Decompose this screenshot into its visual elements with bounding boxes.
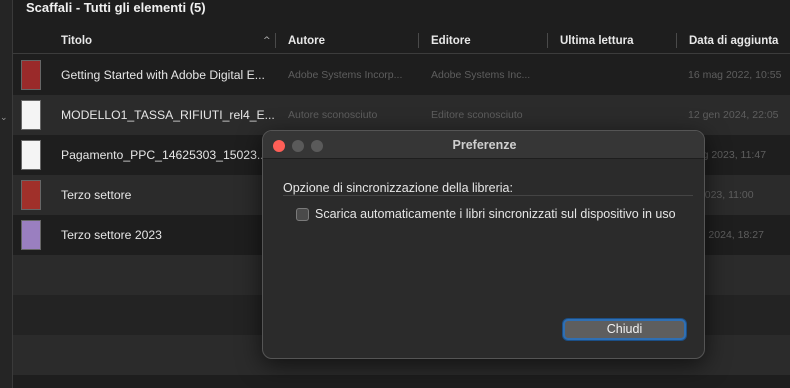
book-title: Getting Started with Adobe Digital E... [61,68,265,82]
book-title: Pagamento_PPC_14625303_15023... [61,148,268,162]
sidebar-edge: ⌄ [0,0,13,388]
book-date-added: 16 mag 2022, 10:55 [688,69,782,81]
close-button[interactable]: Chiudi [563,319,686,340]
column-header-editor[interactable]: Editore [431,28,471,54]
dialog-titlebar: Preferenze [263,131,704,159]
book-title: MODELLO1_TASSA_RIFIUTI_rel4_E... [61,108,275,122]
book-title: Terzo settore 2023 [61,228,162,242]
book-cover-thumbnail [21,220,41,250]
table-row[interactable]: Getting Started with Adobe Digital E... … [13,55,790,95]
dialog-title: Preferenze [452,138,517,152]
column-divider[interactable] [547,33,548,48]
book-editor: Editore sconosciuto [431,109,523,121]
column-header-date-added[interactable]: Data di aggiunta [689,28,778,54]
chevron-down-icon[interactable]: ⌄ [0,113,8,123]
column-header-author[interactable]: Autore [288,28,325,54]
book-cover-thumbnail [21,60,41,90]
column-divider[interactable] [275,33,276,48]
book-editor: Adobe Systems Inc... [431,69,531,81]
table-row[interactable]: MODELLO1_TASSA_RIFIUTI_rel4_E... Autore … [13,95,790,135]
book-author: Adobe Systems Incorp... [288,69,403,81]
divider [283,195,693,196]
table-header: Titolo ^ Autore Editore Ultima lettura D… [13,28,790,54]
column-header-title[interactable]: Titolo [61,28,92,54]
preferences-dialog: Preferenze Opzione di sincronizzazione d… [262,130,705,359]
page-title: Scaffali - Tutti gli elementi (5) [26,0,206,15]
auto-download-checkbox[interactable] [296,208,309,221]
book-cover-thumbnail [21,100,41,130]
book-title: Terzo settore [61,188,132,202]
book-cover-thumbnail [21,140,41,170]
column-divider[interactable] [676,33,677,48]
sync-section-label: Opzione di sincronizzazione della librer… [283,181,513,195]
column-divider[interactable] [418,33,419,48]
book-author: Autore sconosciuto [288,109,378,121]
column-header-last-read[interactable]: Ultima lettura [560,28,634,54]
book-date-added: 12 gen 2024, 22:05 [688,109,779,121]
auto-download-label[interactable]: Scarica automaticamente i libri sincroni… [315,206,685,222]
sort-ascending-icon[interactable]: ^ [263,28,271,54]
book-cover-thumbnail [21,180,41,210]
